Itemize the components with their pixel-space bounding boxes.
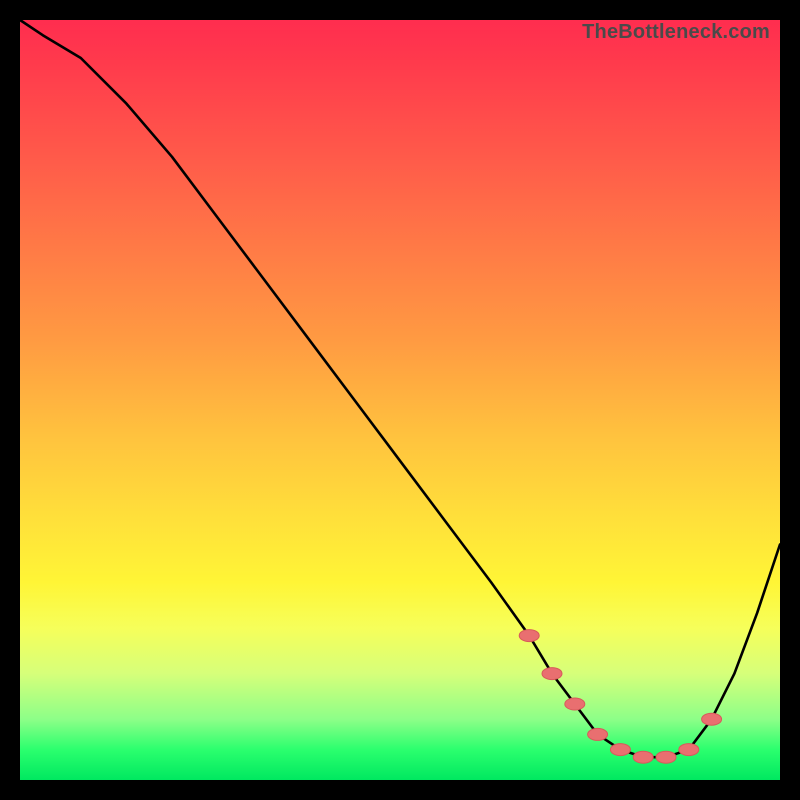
highlight-marker bbox=[565, 698, 585, 710]
bottleneck-curve-path bbox=[20, 20, 780, 757]
chart-plot-area: TheBottleneck.com bbox=[20, 20, 780, 780]
highlight-marker bbox=[542, 668, 562, 680]
highlight-marker bbox=[610, 744, 630, 756]
highlight-marker bbox=[679, 744, 699, 756]
highlight-marker bbox=[702, 713, 722, 725]
highlight-marker bbox=[519, 630, 539, 642]
highlight-marker bbox=[633, 751, 653, 763]
highlight-marker bbox=[588, 728, 608, 740]
highlight-marker bbox=[656, 751, 676, 763]
highlight-markers bbox=[519, 630, 721, 764]
chart-svg bbox=[20, 20, 780, 780]
chart-frame: TheBottleneck.com bbox=[0, 0, 800, 800]
